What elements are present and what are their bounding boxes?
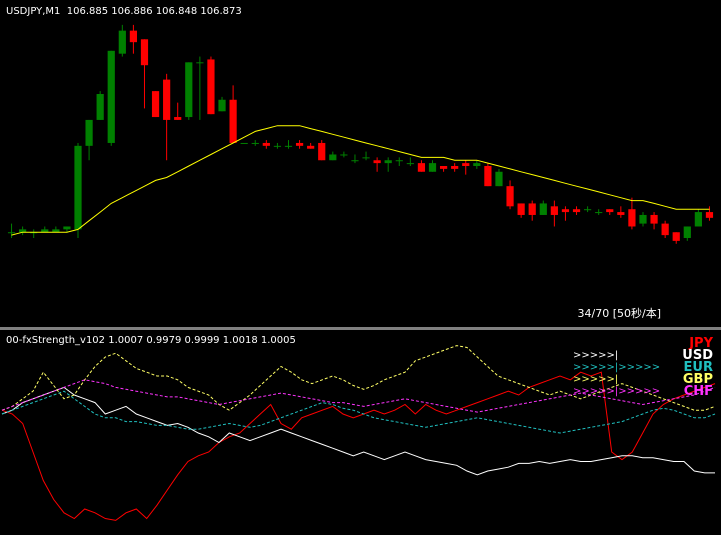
candle-body (174, 117, 182, 120)
legend-arrow-eur: >>>>>|>>>>> (573, 362, 661, 373)
candle-body (473, 163, 481, 166)
candle-body (351, 160, 359, 162)
candle-body (595, 212, 603, 214)
candle-body (151, 91, 160, 118)
candle-body (107, 50, 115, 143)
legend-arrow-usd: >>>>>| (573, 350, 619, 361)
candle-body (550, 206, 558, 215)
candle-body (7, 232, 16, 234)
moving-average-line (11, 125, 710, 236)
candle-body (584, 209, 592, 211)
candle-body (417, 163, 426, 172)
candle-body (428, 163, 437, 172)
candle-body (517, 203, 525, 215)
candle-body (395, 160, 403, 162)
candle-body (373, 160, 381, 164)
candle-body (639, 214, 647, 224)
currency-legend: JPY >>>>>| USD >>>>>|>>>>> EUR >>>>>| GB… (573, 337, 713, 399)
candle-body (572, 209, 581, 213)
candle-body (495, 171, 503, 187)
candle-body (74, 145, 82, 230)
candle-body (617, 212, 625, 215)
candle-body (683, 226, 691, 238)
strength-indicator-header: 00-fxStrength_v102 1.0007 0.9979 0.9999 … (6, 335, 296, 346)
candle-body (140, 39, 149, 66)
candle-body (705, 212, 714, 218)
candle-body (561, 209, 570, 213)
candle-body (273, 145, 282, 147)
candle-body (96, 94, 104, 120)
legend-row-chf: >>>>>|>>>>> CHF (573, 384, 713, 399)
candle-body (606, 209, 614, 213)
price-chart-pane[interactable]: USDJPY,M1 106.885 106.886 106.848 106.87… (0, 0, 721, 327)
candle-body (229, 99, 237, 143)
candle-body (207, 59, 215, 115)
candle-body (650, 214, 658, 224)
candle-body (462, 163, 470, 166)
candle-body (439, 166, 448, 169)
candle-body (318, 142, 326, 161)
candle-body (628, 209, 636, 227)
candle-body (218, 99, 226, 112)
candle-body (284, 145, 293, 147)
bar-pager-label: 34/70 [50秒/本] (577, 307, 661, 320)
candle-body (307, 145, 315, 149)
candle-body (406, 163, 414, 165)
candle-body (163, 79, 171, 120)
candle-body (661, 223, 669, 236)
price-chart-header: USDJPY,M1 106.885 106.886 106.848 106.87… (6, 6, 242, 17)
legend-arrow-gbp: >>>>>| (573, 374, 619, 385)
strength-indicator-pane[interactable]: 00-fxStrength_v102 1.0007 0.9979 0.9999 … (0, 330, 721, 535)
candle-body (362, 157, 370, 159)
candle-body (694, 212, 702, 227)
candle-body (118, 30, 126, 54)
candle-body (528, 203, 536, 215)
candle-body (539, 203, 547, 215)
candle-body (262, 142, 270, 146)
price-chart (7, 24, 714, 244)
legend-arrow-chf: >>>>>|>>>>> (573, 386, 661, 397)
candle-body (240, 142, 248, 144)
candle-body (451, 166, 459, 169)
candle-body (329, 154, 337, 161)
strength-line-usd (1, 386, 715, 476)
candle-body (63, 226, 71, 230)
candle-body (384, 160, 392, 164)
legend-label-chf: CHF (683, 384, 713, 399)
candle-body (295, 142, 304, 146)
candle-body (185, 62, 193, 118)
candle-body (340, 154, 348, 156)
candle-body (85, 119, 93, 146)
candle-body (251, 142, 259, 144)
candle-body (129, 30, 137, 43)
candle-body (506, 186, 514, 207)
candle-body (672, 232, 680, 241)
candle-body (484, 166, 492, 187)
candle-body (196, 62, 204, 64)
